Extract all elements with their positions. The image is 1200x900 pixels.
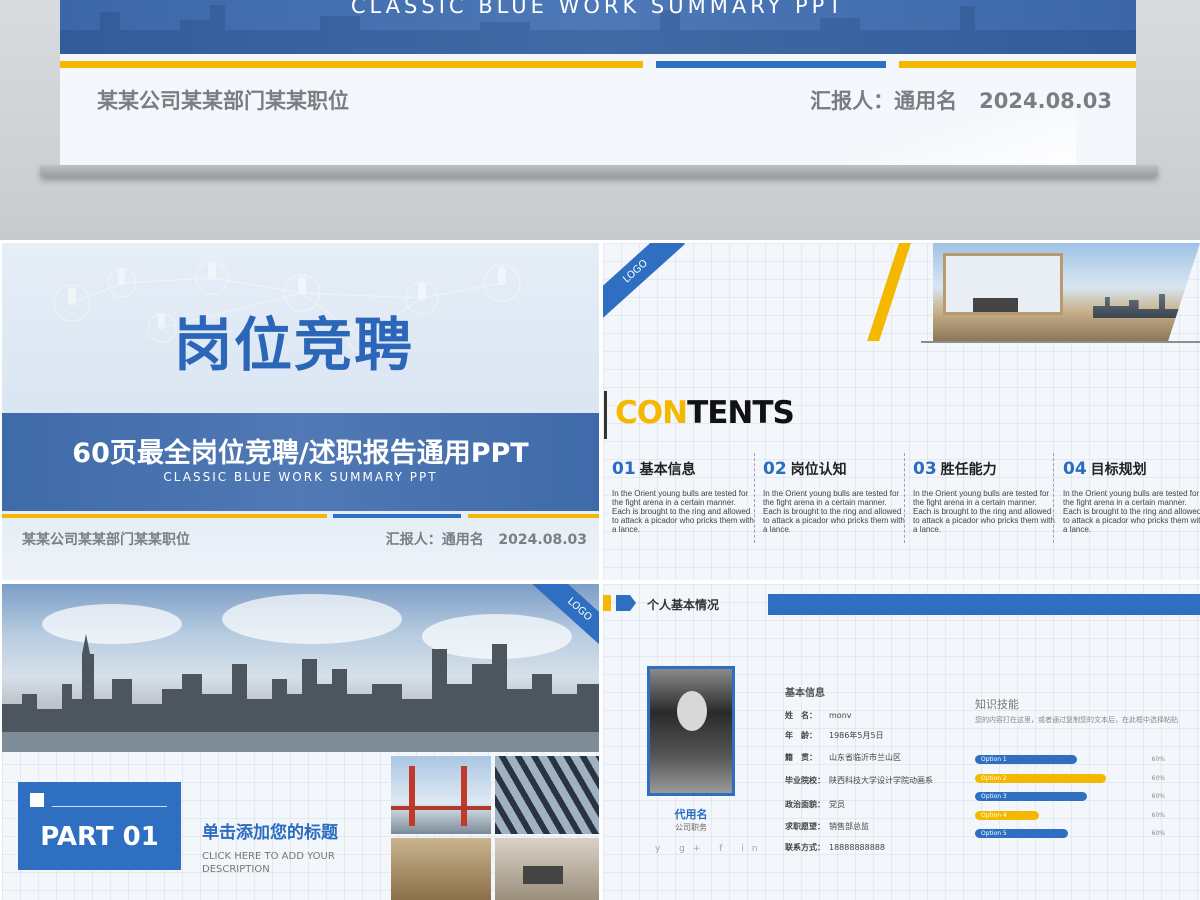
toc-separator (904, 453, 905, 543)
toc-item[interactable]: 04 目标规划 In the Orient young bulls are tes… (1063, 459, 1200, 534)
city-skyline-shape (1093, 288, 1200, 318)
river-water (2, 732, 599, 752)
info-row: 求职愿望： 销售部总监 (785, 822, 869, 831)
social-icons[interactable]: y g+ f in (655, 844, 766, 854)
top-slide-reporter: 汇报人：通用名 (810, 89, 958, 113)
top-slide-company: 某某公司某某部门某某职位 (97, 89, 349, 113)
skill-percent: 60% (1151, 793, 1165, 800)
slide-thumb-contents[interactable]: LOGO CONTENTS 01 基本信息 In the Orient young… (603, 243, 1200, 580)
contents-title-bar (604, 391, 607, 439)
cover-title: 岗位竞聘 (174, 311, 415, 379)
skill-percent: 60% (1151, 756, 1165, 763)
skill-bar-fill: Option 1 (975, 755, 1077, 764)
profile-job: 公司职务 (675, 823, 707, 832)
slide-thumb-cover[interactable]: 岗位竞聘 60页最全岗位竞聘/述职报告通用PPT CLASSIC BLUE WO… (2, 243, 599, 580)
info-row: 姓 名： monv (785, 711, 852, 720)
cover-date: 2024.08.03 (498, 532, 587, 548)
toc-item[interactable]: 03 胜任能力 In the Orient young bulls are tes… (913, 459, 1055, 534)
bridge-photo (391, 756, 491, 834)
cover-stripes (2, 514, 599, 521)
building-photo (495, 756, 599, 834)
skill-row: Option 2 60% (975, 773, 1165, 784)
skill-row: Option 1 60% (975, 755, 1165, 765)
toc-description: In the Orient young bulls are tested for… (763, 489, 905, 534)
skill-title: 知识技能 (975, 698, 1019, 711)
cover-band-title: 60页最全岗位竞聘/述职报告通用PPT (72, 438, 529, 469)
toc-item[interactable]: 02 岗位认知 In the Orient young bulls are tes… (763, 459, 905, 534)
city-skyline-photo (2, 584, 599, 752)
skill-bar-fill: Option 4 (975, 810, 1039, 820)
toc-separator (1053, 453, 1054, 543)
laptop-shape (973, 298, 1018, 312)
logo-ribbon: LOGO (603, 243, 685, 318)
cover-band-en: CLASSIC BLUE WORK SUMMARY PPT (163, 470, 438, 484)
slide-thumb-part[interactable]: LOGO PART 01 单击添加您的标题 CLICK HERE TO ADD … (2, 584, 599, 900)
header-blue-bar (768, 594, 1200, 615)
part-box: PART 01 (18, 782, 181, 870)
skill-percent: 60% (1151, 811, 1165, 819)
cover-company: 某某公司某某部门某某职位 (22, 532, 190, 548)
skyline-silhouette (2, 634, 599, 734)
office-photo (881, 243, 1200, 341)
skill-description: 您的内容打在这里，或者通过复制您的文本后，在此框中选择粘贴 (975, 716, 1178, 724)
toc-description: In the Orient young bulls are tested for… (612, 489, 754, 534)
cover-band: 60页最全岗位竞聘/述职报告通用PPT CLASSIC BLUE WORK SU… (2, 413, 599, 511)
info-row: 联系方式： 18888888888 (785, 843, 885, 852)
skill-percent: 60% (1151, 830, 1165, 837)
skill-bar-fill: Option 5 (975, 829, 1068, 838)
portrait-face (677, 691, 707, 731)
slide-thumb-profile[interactable]: 个人基本情况 代用名 公司职务 y g+ f in 基本信息 姓 名： monv … (603, 584, 1200, 900)
desk-photo (391, 838, 491, 900)
toc-separator (754, 453, 755, 543)
skill-row: Option 5 60% (975, 829, 1165, 839)
page-curl-decoration (816, 110, 1076, 165)
skill-row: Option 4 60% (975, 810, 1165, 821)
skill-row: Option 3 60% (975, 792, 1165, 802)
header-yellow-marker (603, 595, 611, 611)
preview-shelf (40, 165, 1158, 177)
part-square-icon (30, 793, 44, 807)
skill-percent: 60% (1151, 774, 1165, 782)
info-row: 政治面貌： 党员 (785, 800, 845, 809)
top-slide-preview[interactable]: CLASSIC BLUE WORK SUMMARY PPT 某某公司某某部门某某… (60, 0, 1136, 165)
part-title[interactable]: 单击添加您的标题 (202, 818, 338, 843)
info-row: 年 龄： 1986年5月5日 (785, 731, 884, 740)
workspace-photo (495, 838, 599, 900)
profile-header: 个人基本情况 (647, 598, 720, 612)
profile-name: 代用名 (674, 808, 708, 821)
cover-reporter-date: 汇报人：通用名 2024.08.03 (386, 529, 587, 549)
top-slide-date: 2024.08.03 (979, 89, 1112, 113)
part-subtitle[interactable]: CLICK HERE TO ADD YOUR DESCRIPTION (202, 850, 342, 876)
top-slide-en-title: CLASSIC BLUE WORK SUMMARY PPT (350, 0, 846, 18)
top-slide-reporter-date: 汇报人：通用名 2024.08.03 (810, 85, 1112, 115)
top-preview-area: CLASSIC BLUE WORK SUMMARY PPT 某某公司某某部门某某… (0, 0, 1200, 240)
info-row: 毕业院校： 陕西科技大学设计学院动画系 (785, 776, 933, 785)
info-row: 籍 贯： 山东省临沂市兰山区 (785, 753, 901, 762)
toc-item[interactable]: 01 基本信息 In the Orient young bulls are tes… (612, 459, 754, 534)
top-slide-stripes (60, 61, 1136, 68)
info-title: 基本信息 (785, 688, 825, 699)
toc-description: In the Orient young bulls are tested for… (1063, 489, 1200, 534)
skill-bar-fill: Option 2 (975, 773, 1106, 783)
photo-underline (921, 341, 1200, 343)
skill-bar-fill: Option 3 (975, 792, 1087, 801)
cover-reporter: 汇报人：通用名 (385, 532, 484, 548)
top-slide-band: CLASSIC BLUE WORK SUMMARY PPT (60, 0, 1136, 54)
toc-description: In the Orient young bulls are tested for… (913, 489, 1055, 534)
profile-photo (647, 666, 735, 796)
header-arrow-icon (616, 595, 636, 611)
part-number: PART 01 (40, 822, 159, 852)
contents-title: CONTENTS (615, 395, 795, 431)
